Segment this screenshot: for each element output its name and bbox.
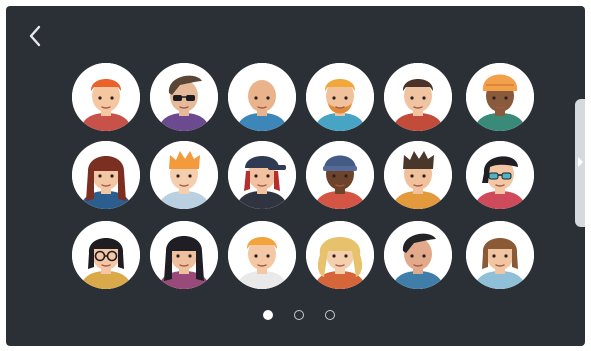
avatar-side-swept-man-portrait — [384, 221, 452, 289]
page-dot-2[interactable] — [294, 310, 304, 320]
avatar-redhead-man[interactable] — [72, 63, 140, 131]
caret-right-icon — [578, 157, 583, 167]
avatar-earrings-woman[interactable] — [150, 221, 218, 289]
avatar-bald-man[interactable] — [228, 63, 296, 131]
avatar-orange-headwrap-man[interactable] — [466, 63, 534, 131]
avatar-shades-woman-portrait — [466, 141, 534, 209]
avatar-messy-hair-man-portrait — [384, 141, 452, 209]
page-dot-3[interactable] — [325, 310, 335, 320]
chevron-left-icon — [29, 25, 41, 47]
avatar-sunglasses-man[interactable] — [150, 63, 218, 131]
avatar-bob-hair-woman[interactable] — [466, 221, 534, 289]
avatar-ponytail-woman[interactable] — [72, 141, 140, 209]
avatar-cap-girl-portrait — [228, 141, 296, 209]
avatar-blond-bearded-man[interactable] — [306, 63, 374, 131]
avatar-orange-headwrap-man-portrait — [466, 63, 534, 131]
avatar-sunglasses-man-portrait — [150, 63, 218, 131]
avatar-bob-hair-woman-portrait — [466, 221, 534, 289]
avatar-blond-bearded-man-portrait — [306, 63, 374, 131]
avatar-ginger-boy[interactable] — [150, 141, 218, 209]
avatar-glasses-woman[interactable] — [72, 221, 140, 289]
avatar-dark-haired-man[interactable] — [384, 63, 452, 131]
avatar-grid — [72, 63, 534, 289]
avatar-redhead-man-portrait — [72, 63, 140, 131]
avatar-blond-young-man-portrait — [228, 221, 296, 289]
page-indicator — [263, 309, 343, 323]
next-page-tab[interactable] — [575, 99, 585, 227]
avatar-beanie-man-portrait — [306, 141, 374, 209]
avatar-curly-blonde-woman-portrait — [306, 221, 374, 289]
avatar-beanie-man[interactable] — [306, 141, 374, 209]
avatar-bald-man-portrait — [228, 63, 296, 131]
avatar-picker-screen — [6, 6, 585, 346]
avatar-glasses-woman-portrait — [72, 221, 140, 289]
avatar-curly-blonde-woman[interactable] — [306, 221, 374, 289]
page-dot-1[interactable] — [263, 310, 273, 320]
back-button[interactable] — [24, 22, 48, 50]
avatar-ponytail-woman-portrait — [72, 141, 140, 209]
avatar-side-swept-man[interactable] — [384, 221, 452, 289]
avatar-dark-haired-man-portrait — [384, 63, 452, 131]
avatar-blond-young-man[interactable] — [228, 221, 296, 289]
avatar-shades-woman[interactable] — [466, 141, 534, 209]
avatar-cap-girl[interactable] — [228, 141, 296, 209]
avatar-messy-hair-man[interactable] — [384, 141, 452, 209]
avatar-ginger-boy-portrait — [150, 141, 218, 209]
avatar-earrings-woman-portrait — [150, 221, 218, 289]
